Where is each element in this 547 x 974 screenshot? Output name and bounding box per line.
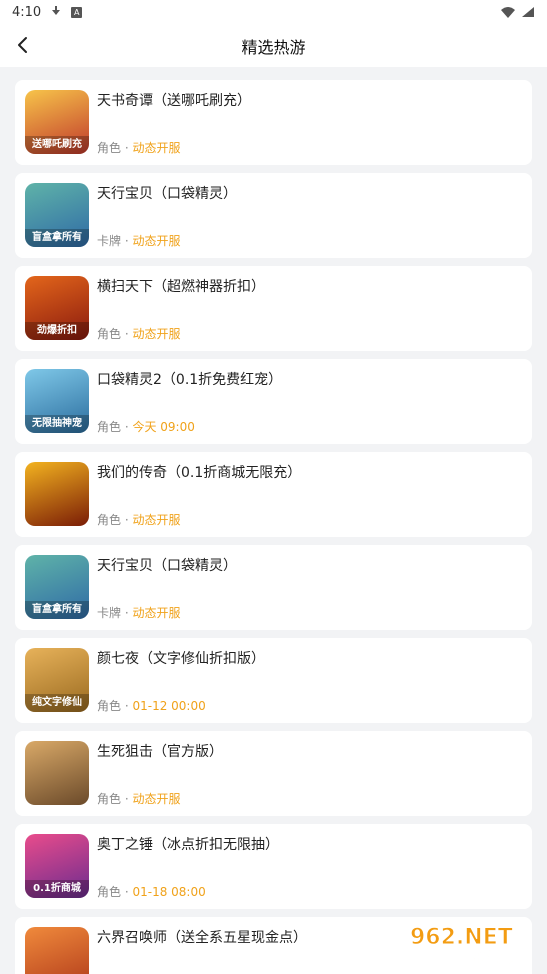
server-status: 动态开服 — [132, 513, 181, 527]
game-category: 角色 — [97, 699, 122, 713]
game-category: 角色 — [97, 420, 122, 434]
game-card[interactable]: 无限抽神宠 口袋精灵2（0.1折免费红宠） 角色 · 今天 09:00 — [15, 359, 532, 444]
game-category: 角色 — [97, 513, 122, 527]
game-icon[interactable]: 盲盒拿所有 — [25, 183, 89, 247]
game-category: 角色 — [97, 327, 122, 341]
clock: 4:10 — [12, 4, 42, 20]
game-icon-label: 送哪吒刷充 — [25, 136, 89, 154]
separator-dot: · — [121, 234, 133, 248]
nav-bar: 精选热游 — [0, 24, 547, 67]
separator-dot: · — [121, 513, 133, 527]
server-status: 01-12 00:00 — [132, 699, 206, 713]
game-category: 角色 — [97, 885, 122, 899]
game-icon-label: 纯文字修仙 — [25, 694, 89, 712]
page-title: 精选热游 — [241, 37, 306, 57]
separator-dot: · — [121, 141, 133, 155]
server-status: 动态开服 — [132, 792, 181, 806]
server-status: 动态开服 — [132, 327, 181, 341]
game-title[interactable]: 横扫天下（超燃神器折扣） — [97, 276, 265, 296]
server-status: 动态开服 — [132, 234, 181, 248]
svg-text:乐游网: 乐游网 — [472, 949, 517, 966]
game-icon[interactable]: 无限抽神宠 — [25, 369, 89, 433]
game-meta: 角色 · 01-12 00:00 — [97, 697, 206, 714]
game-meta: 卡牌 · 动态开服 — [97, 604, 180, 621]
game-meta: 角色 · 今天 09:00 — [97, 418, 195, 435]
game-category: 卡牌 — [97, 606, 122, 620]
status-bar: 4:10 A — [0, 0, 547, 24]
game-title[interactable]: 六界召唤师（送全系五星现金点） — [97, 927, 307, 947]
game-meta: 角色 · 动态开服 — [97, 139, 180, 156]
server-status: 今天 09:00 — [132, 420, 195, 434]
game-title[interactable]: 天行宝贝（口袋精灵） — [97, 555, 237, 575]
game-title[interactable]: 颜七夜（文字修仙折扣版） — [97, 648, 265, 668]
game-icon[interactable]: 送哪吒刷充 — [25, 90, 89, 154]
server-status: 动态开服 — [132, 606, 181, 620]
watermark-logo: 962.NET 乐游网 — [410, 925, 518, 967]
game-meta: 角色 · 动态开服 — [97, 325, 180, 342]
game-meta: 角色 · 动态开服 — [97, 790, 180, 807]
game-category: 角色 — [97, 141, 122, 155]
separator-dot: · — [121, 699, 133, 713]
game-card[interactable]: 0.1折商城 奥丁之锤（冰点折扣无限抽） 角色 · 01-18 08:00 — [15, 824, 532, 909]
game-meta: 卡牌 · 动态开服 — [97, 232, 180, 249]
game-card[interactable]: 劲爆折扣 横扫天下（超燃神器折扣） 角色 · 动态开服 — [15, 266, 532, 351]
separator-dot: · — [121, 327, 133, 341]
game-icon-label: 劲爆折扣 — [25, 322, 89, 340]
game-category: 角色 — [97, 792, 122, 806]
game-icon[interactable]: 0.1折商城 — [25, 834, 89, 898]
game-card[interactable]: 盲盒拿所有 天行宝贝（口袋精灵） 卡牌 · 动态开服 — [15, 545, 532, 630]
server-status: 动态开服 — [132, 141, 181, 155]
game-icon-label: 盲盒拿所有 — [25, 229, 89, 247]
game-meta: 角色 · 动态开服 — [97, 511, 180, 528]
game-icon[interactable]: 纯文字修仙 — [25, 648, 89, 712]
game-icon[interactable]: 盲盒拿所有 — [25, 555, 89, 619]
game-card[interactable]: 纯文字修仙 颜七夜（文字修仙折扣版） 角色 · 01-12 00:00 — [15, 638, 532, 723]
download-icon — [51, 6, 61, 18]
separator-dot: · — [121, 606, 133, 620]
game-category: 卡牌 — [97, 234, 122, 248]
game-title[interactable]: 奥丁之锤（冰点折扣无限抽） — [97, 834, 279, 854]
game-card[interactable]: 盲盒拿所有 天行宝贝（口袋精灵） 卡牌 · 动态开服 — [15, 173, 532, 258]
game-card[interactable]: 送哪吒刷充 天书奇谭（送哪吒刷充） 角色 · 动态开服 — [15, 80, 532, 165]
separator-dot: · — [121, 420, 133, 434]
separator-dot: · — [121, 885, 133, 899]
game-title[interactable]: 天书奇谭（送哪吒刷充） — [97, 90, 251, 110]
chevron-left-icon — [18, 37, 27, 53]
wifi-icon — [501, 6, 515, 18]
game-card[interactable]: 我们的传奇（0.1折商城无限充） 角色 · 动态开服 — [15, 452, 532, 537]
game-meta: 角色 · 01-18 08:00 — [97, 883, 206, 900]
battery-icon — [522, 7, 534, 17]
game-icon[interactable]: 劲爆折扣 — [25, 276, 89, 340]
game-title[interactable]: 我们的传奇（0.1折商城无限充） — [97, 462, 301, 482]
game-icon[interactable] — [25, 741, 89, 805]
game-title[interactable]: 口袋精灵2（0.1折免费红宠） — [97, 369, 282, 389]
game-card[interactable]: 生死狙击（官方版） 角色 · 动态开服 — [15, 731, 532, 816]
separator-dot: · — [121, 792, 133, 806]
svg-text:962.NET: 962.NET — [410, 925, 513, 950]
server-status: 01-18 08:00 — [132, 885, 206, 899]
game-title[interactable]: 天行宝贝（口袋精灵） — [97, 183, 237, 203]
game-title[interactable]: 生死狙击（官方版） — [97, 741, 223, 761]
game-icon[interactable] — [25, 927, 89, 974]
game-icon-label: 盲盒拿所有 — [25, 601, 89, 619]
a-icon: A — [71, 6, 83, 18]
back-button[interactable] — [10, 32, 36, 58]
game-icon-label: 0.1折商城 — [25, 880, 89, 898]
game-icon-label: 无限抽神宠 — [25, 415, 89, 433]
game-icon[interactable] — [25, 462, 89, 526]
